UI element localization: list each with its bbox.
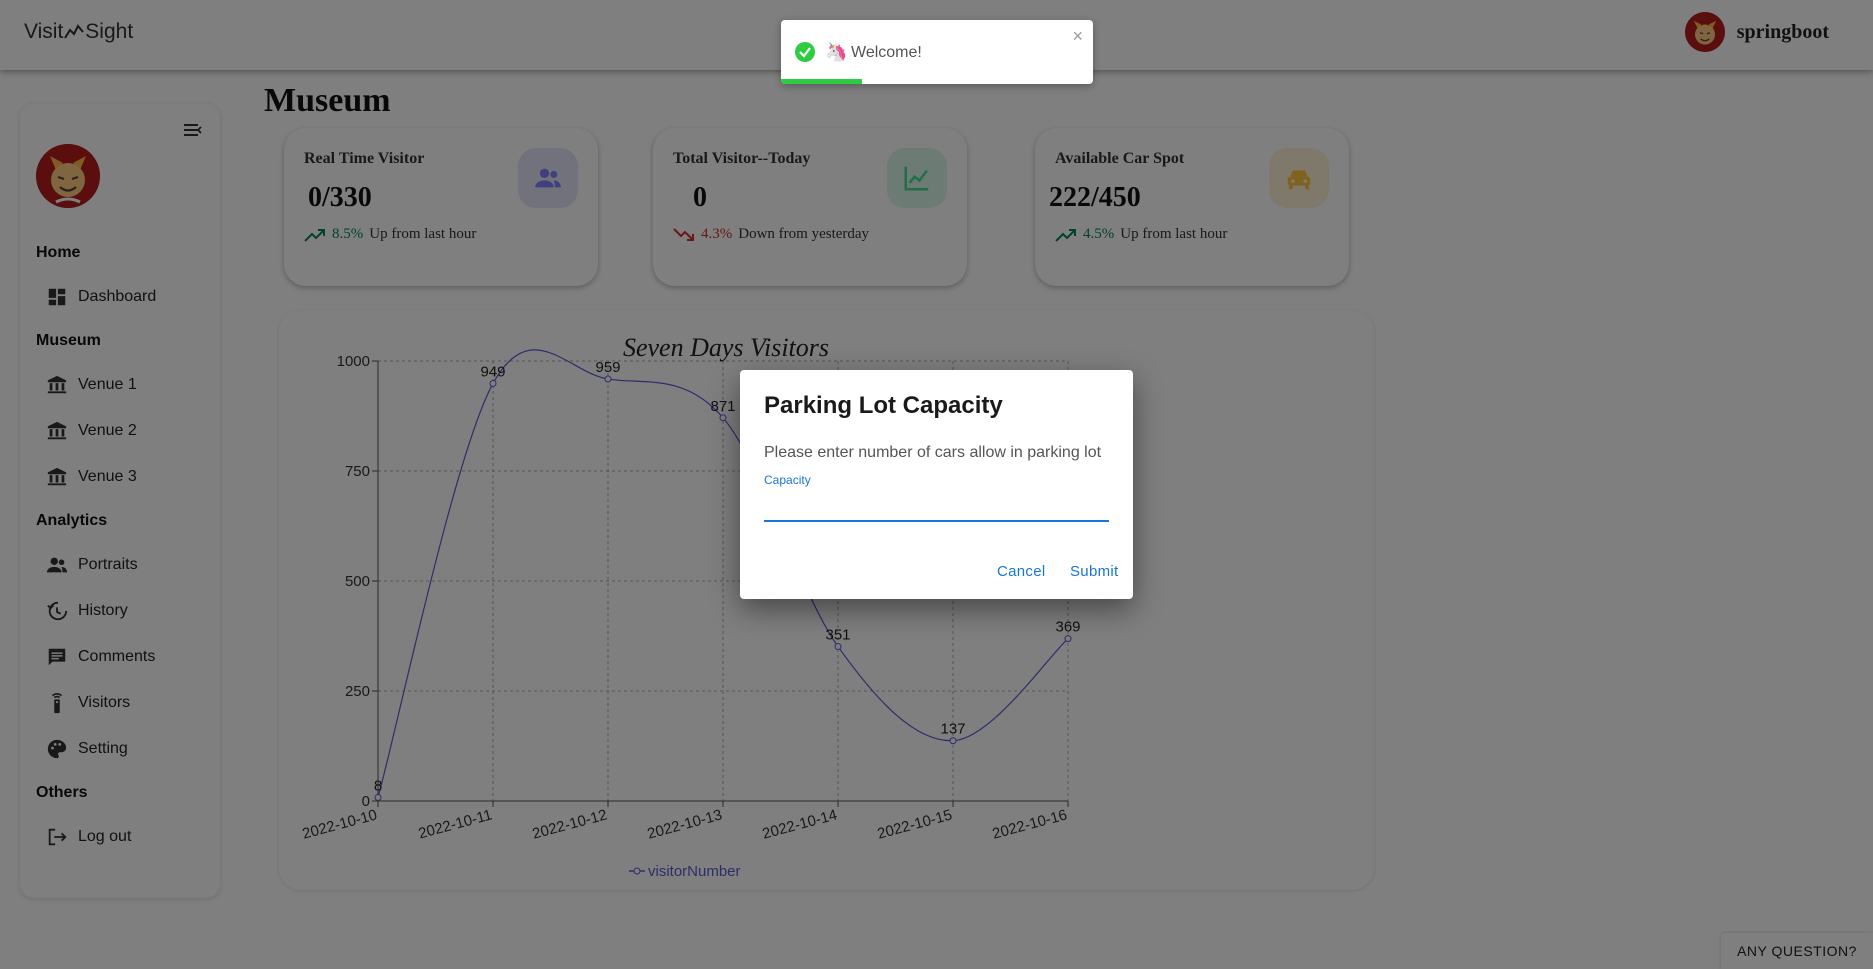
success-check-icon [795, 42, 815, 62]
submit-button[interactable]: Submit [1062, 554, 1127, 588]
parking-capacity-dialog: Parking Lot Capacity Please enter number… [740, 370, 1133, 599]
toast-progress-bar [781, 79, 863, 84]
capacity-field-label: Capacity [764, 473, 811, 487]
unicorn-icon: 🦄 [825, 42, 848, 62]
dialog-text: Please enter number of cars allow in par… [764, 444, 1102, 461]
welcome-toast: 🦄 Welcome! × [781, 20, 1093, 84]
dialog-title: Parking Lot Capacity [764, 392, 1003, 419]
close-icon[interactable]: × [1072, 26, 1083, 47]
cancel-button[interactable]: Cancel [989, 554, 1054, 588]
toast-message: Welcome! [851, 44, 922, 61]
capacity-input[interactable] [764, 488, 1109, 522]
